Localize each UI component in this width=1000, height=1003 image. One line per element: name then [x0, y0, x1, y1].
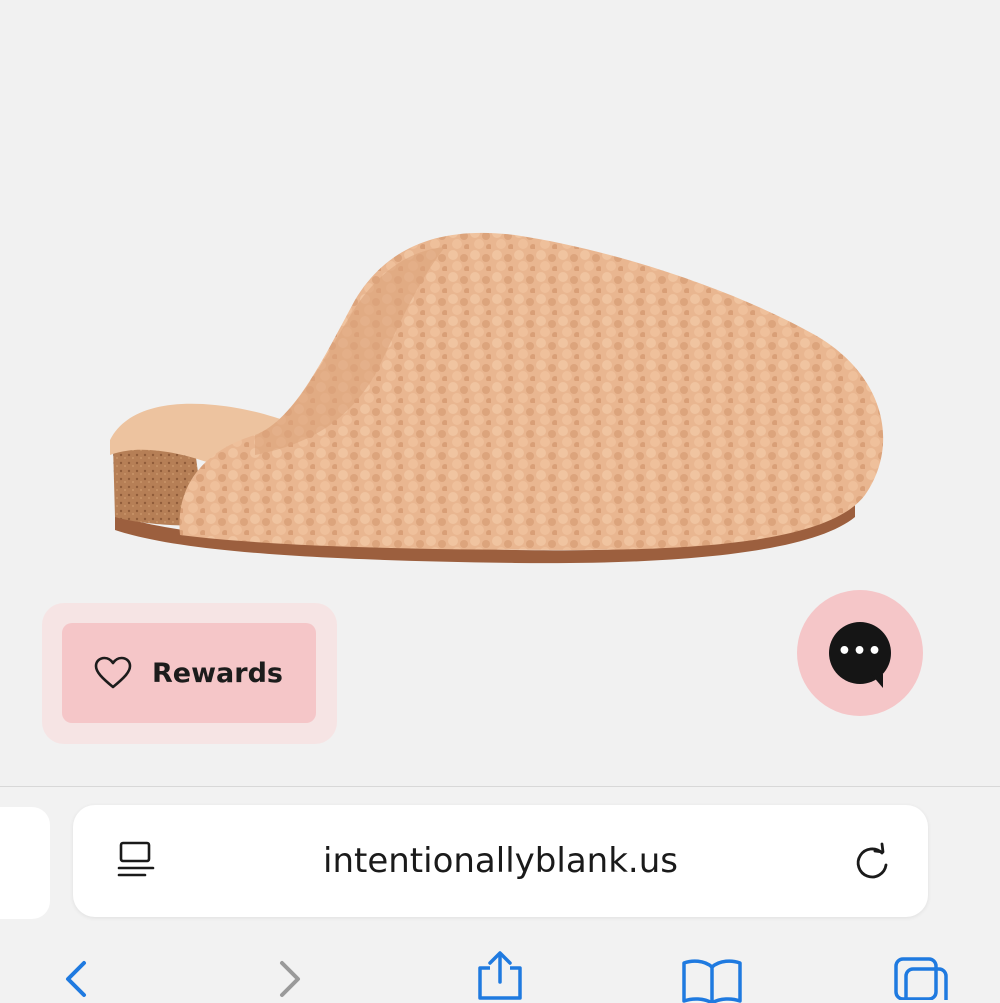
chat-bubble-icon: ••• [829, 622, 891, 688]
chat-button[interactable]: ••• [797, 590, 923, 716]
reload-icon[interactable] [851, 841, 893, 883]
tabs-icon[interactable] [892, 955, 952, 1000]
chat-dots: ••• [837, 639, 883, 664]
product-image-area: Rewards ••• [0, 0, 1000, 786]
forward-icon[interactable] [274, 959, 308, 1000]
browser-chrome: intentionallyblank.us [0, 787, 1000, 1003]
share-icon[interactable] [474, 950, 526, 1000]
previous-tab-card[interactable] [0, 807, 50, 919]
address-bar[interactable]: intentionallyblank.us [73, 805, 928, 917]
bookmarks-icon[interactable] [680, 957, 744, 1003]
product-image-slipper[interactable] [95, 205, 905, 575]
rewards-label: Rewards [152, 657, 283, 689]
rewards-button[interactable]: Rewards [62, 623, 316, 723]
url-text[interactable]: intentionallyblank.us [73, 805, 928, 917]
back-icon[interactable] [58, 959, 92, 1000]
heart-icon [94, 656, 132, 689]
